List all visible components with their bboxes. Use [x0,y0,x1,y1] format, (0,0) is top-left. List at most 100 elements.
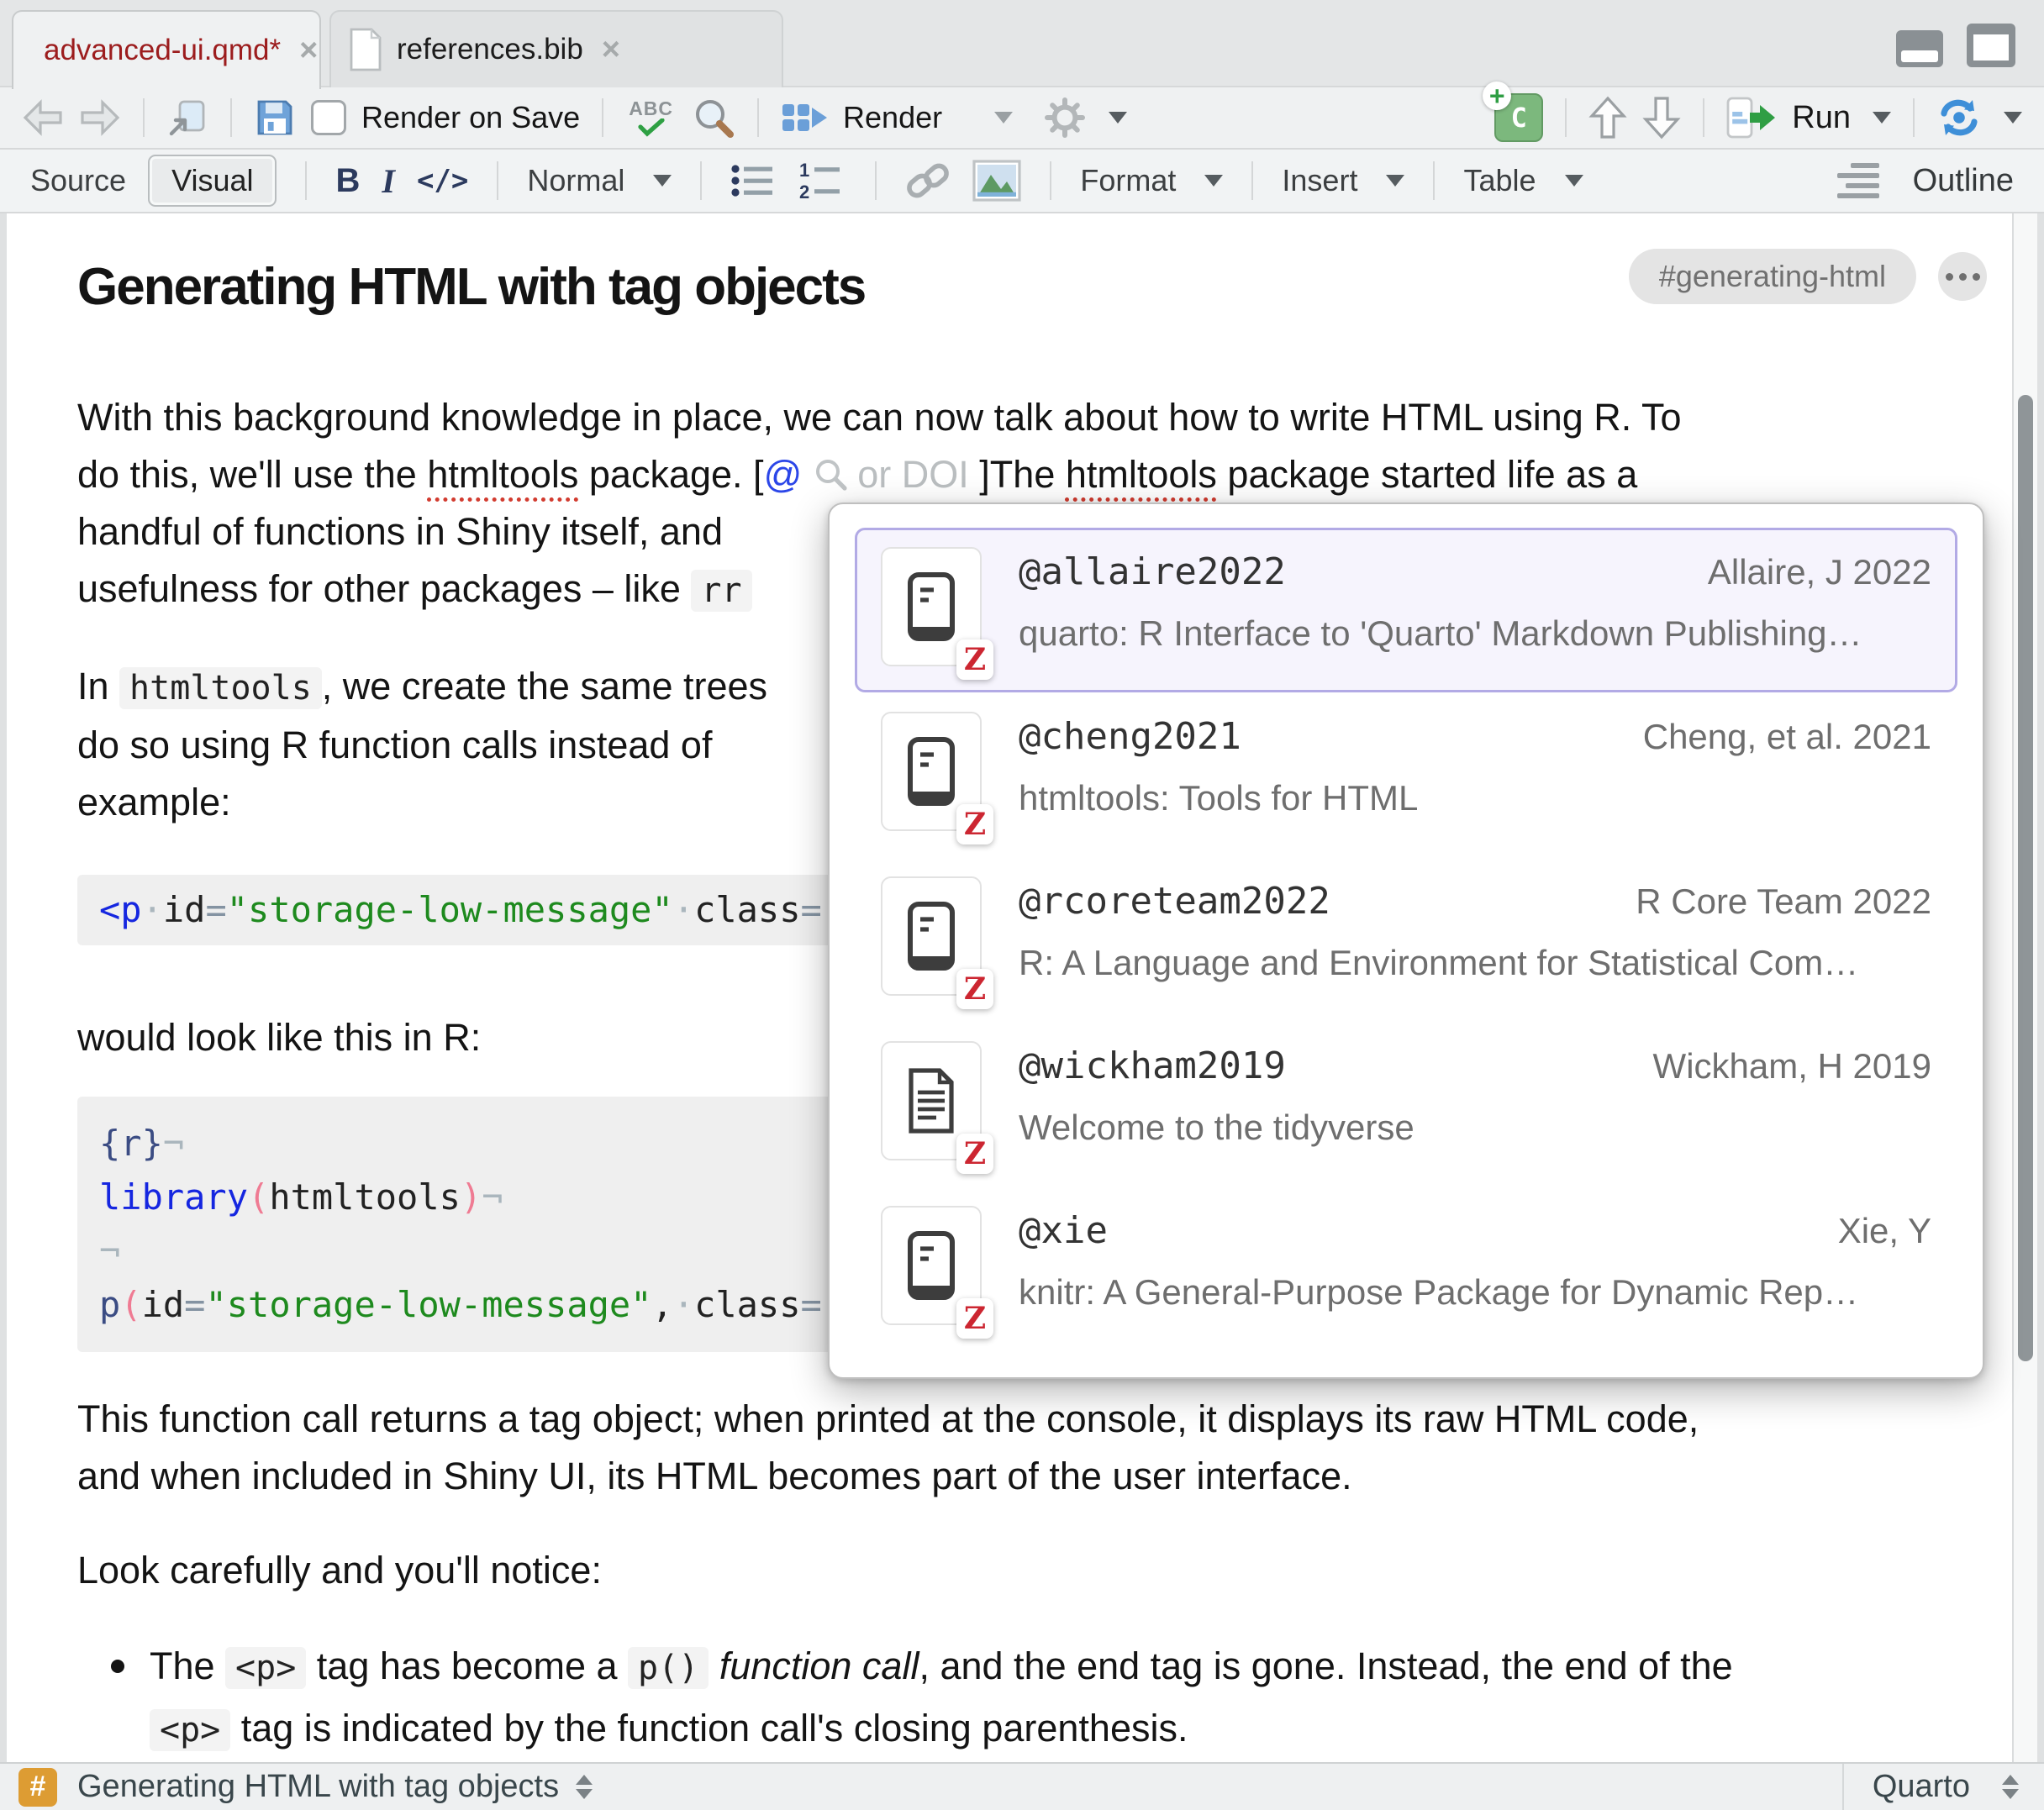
rstudio-editor-window: advanced-ui.qmd* × references.bib × [0,0,2044,1810]
format-selector-icon [2002,1775,2019,1799]
paragraph-tag-object: This function call returns a tag object;… [77,1391,1928,1505]
citation-id: @xie [1019,1209,1108,1252]
status-bar: # Generating HTML with tag objects Quart… [0,1762,2044,1810]
tab-advanced-ui-qmd[interactable]: advanced-ui.qmd* × [12,10,321,89]
svg-text:1: 1 [799,161,809,181]
misspelled-word: htmltools [1066,453,1217,496]
run-icon[interactable] [1726,97,1777,139]
scrollbar-thumb[interactable] [2018,395,2033,1361]
toolbar-separator [497,161,498,200]
inline-code: <p> [225,1647,306,1689]
go-next-section-icon[interactable] [1642,95,1681,140]
run-button[interactable]: Run [1792,100,1851,136]
chevron-down-icon[interactable] [994,112,1013,124]
save-icon[interactable] [254,97,296,139]
rerun-icon[interactable] [1936,97,1982,138]
citation-title: Welcome to the tidyverse [1019,1108,1931,1148]
toolbar-separator [1703,98,1704,137]
visual-mode-button[interactable]: Visual [148,155,277,207]
chevron-down-icon[interactable] [1204,175,1223,187]
citation-title: R: A Language and Environment for Statis… [1019,943,1931,983]
zotero-icon: Z [956,804,993,844]
search-icon[interactable] [692,96,735,139]
gear-icon[interactable] [1043,96,1087,139]
toolbar-separator [1565,98,1567,137]
inline-code: rr [691,570,751,612]
italic-button[interactable]: I [382,161,395,201]
inline-code: p() [628,1647,709,1689]
chevron-down-icon[interactable] [1109,112,1127,124]
back-icon[interactable] [22,99,64,136]
spellcheck-icon[interactable]: ABC [629,99,673,137]
emphasized-text: function call [719,1644,919,1687]
render-icon[interactable] [781,98,828,137]
citation-at-cursor: @ [764,453,803,496]
misspelled-word: htmltools [427,453,578,496]
chevron-down-icon[interactable] [1873,112,1891,124]
chevron-down-icon[interactable] [653,175,672,187]
citation-title: htmltools: Tools for HTML [1019,778,1931,818]
table-menu[interactable]: Table [1463,163,1536,198]
paragraph-style-dropdown[interactable]: Normal [527,163,624,198]
document-format-selector[interactable]: Quarto [1842,1764,2044,1810]
or-doi-hint: or DOI [857,453,969,496]
citation-author: Wickham, H 2019 [1653,1046,1931,1087]
format-label: Quarto [1873,1769,1970,1805]
source-mode-button[interactable]: Source [30,163,126,198]
more-options-icon[interactable] [1938,252,1987,301]
close-icon[interactable]: × [299,34,318,66]
code-button[interactable]: </> [417,164,468,197]
section-selector-icon[interactable] [576,1775,593,1799]
insert-chunk-icon[interactable]: C+ [1494,93,1543,142]
link-icon[interactable] [905,158,951,203]
journal-icon: Z [881,547,982,666]
toolbar-separator [1433,161,1435,200]
citation-item-cheng2021[interactable]: Z @cheng2021 Cheng, et al. 2021 htmltool… [855,692,1957,857]
inline-code: htmltools [119,667,322,709]
zotero-icon: Z [956,1134,993,1174]
citation-author: Allaire, J 2022 [1708,552,1931,592]
bold-button[interactable]: B [335,162,360,200]
minimize-icon[interactable] [1896,30,1943,67]
citation-item-allaire2022[interactable]: Z @allaire2022 Allaire, J 2022 quarto: R… [855,528,1957,692]
citation-item-rcoreteam2022[interactable]: Z @rcoreteam2022 R Core Team 2022 R: A L… [855,857,1957,1022]
maximize-icon[interactable] [1967,24,2015,67]
render-on-save-label: Render on Save [361,100,580,135]
chevron-down-icon[interactable] [2004,112,2022,124]
outline-toggle[interactable]: Outline [1913,163,2014,199]
section-anchor-badge: #generating-html [1629,249,1916,304]
outline-icon [1837,163,1879,198]
ordered-list-icon[interactable]: 1 2 [799,161,846,200]
format-menu[interactable]: Format [1080,163,1176,198]
current-section-label[interactable]: Generating HTML with tag objects [77,1769,559,1805]
chevron-down-icon[interactable] [1565,175,1583,187]
editor-tabbar: advanced-ui.qmd* × references.bib × [0,0,2044,87]
render-on-save-checkbox[interactable] [311,100,346,135]
svg-text:2: 2 [799,182,809,200]
journal-icon: Z [881,712,982,831]
insert-menu[interactable]: Insert [1282,163,1357,198]
toolbar-separator [1050,161,1051,200]
tab-references-bib[interactable]: references.bib × [329,10,783,87]
render-button[interactable]: Render [843,100,942,135]
bullet-list-icon[interactable] [730,161,777,200]
image-icon[interactable] [972,160,1021,202]
open-in-window-icon[interactable] [166,97,208,139]
toolbar-separator [230,98,232,137]
chevron-down-icon[interactable] [1386,175,1404,187]
citation-id: @allaire2022 [1019,550,1286,593]
tab-title: advanced-ui.qmd* [44,34,281,67]
go-previous-section-icon[interactable] [1588,95,1627,140]
close-icon[interactable]: × [602,34,620,66]
journal-icon: Z [881,876,982,996]
toolbar-separator [602,98,603,137]
citation-item-wickham2019[interactable]: Z @wickham2019 Wickham, H 2019 Welcome t… [855,1022,1957,1186]
vertical-scrollbar[interactable] [2012,213,2037,1762]
citation-title: quarto: R Interface to 'Quarto' Markdown… [1019,613,1931,654]
toolbar-separator [1913,98,1915,137]
search-small-icon [814,457,849,492]
citation-item-xie[interactable]: Z @xie Xie, Y knitr: A General-Purpose P… [855,1186,1957,1351]
forward-icon[interactable] [79,99,121,136]
citation-author: R Core Team 2022 [1636,881,1931,922]
toolbar-separator [305,161,307,200]
